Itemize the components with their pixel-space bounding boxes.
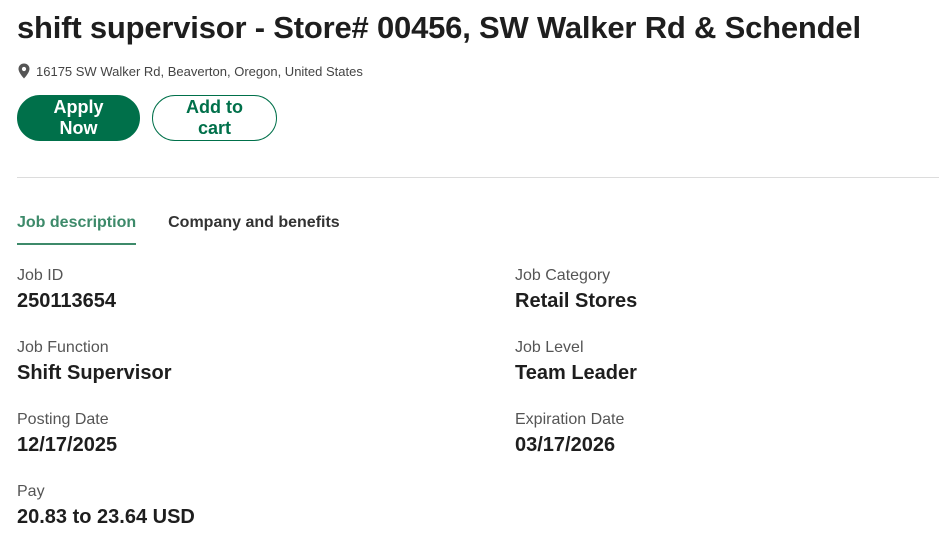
job-function-field: Job Function Shift Supervisor	[17, 338, 437, 387]
field-label: Pay	[17, 483, 45, 500]
expiration-date-field: Expiration Date 03/17/2026	[515, 410, 935, 459]
field-value: 20.83 to 23.64 USD	[17, 506, 195, 528]
field-value: 12/17/2025	[17, 434, 118, 456]
job-location: 16175 SW Walker Rd, Beaverton, Oregon, U…	[17, 63, 363, 79]
field-value: Shift Supervisor	[17, 362, 172, 384]
action-buttons: Apply Now Add to cart	[17, 95, 277, 141]
job-posting-page: shift supervisor - Store# 00456, SW Walk…	[17, 0, 939, 539]
tab-company-and-benefits[interactable]: Company and benefits	[168, 214, 340, 245]
field-label: Job Level	[515, 339, 584, 356]
field-label: Job Function	[17, 339, 109, 356]
field-label: Expiration Date	[515, 411, 625, 428]
job-id-field: Job ID 250113654	[17, 266, 437, 315]
tab-job-description[interactable]: Job description	[17, 214, 137, 245]
field-label: Job Category	[515, 267, 611, 284]
tab-bar: Job description Company and benefits	[17, 214, 340, 245]
page-title: shift supervisor - Store# 00456, SW Walk…	[17, 10, 861, 45]
add-to-cart-button[interactable]: Add to cart	[152, 95, 277, 141]
apply-now-button[interactable]: Apply Now	[17, 95, 140, 141]
posting-date-field: Posting Date 12/17/2025	[17, 410, 437, 459]
job-level-field: Job Level Team Leader	[515, 338, 935, 387]
field-label: Job ID	[17, 267, 64, 284]
field-value: 03/17/2026	[515, 434, 616, 456]
job-category-field: Job Category Retail Stores	[515, 266, 935, 315]
map-pin-icon	[17, 63, 31, 79]
divider	[17, 177, 939, 178]
field-value: 250113654	[17, 290, 117, 312]
pay-field: Pay 20.83 to 23.64 USD	[17, 482, 437, 531]
location-text: 16175 SW Walker Rd, Beaverton, Oregon, U…	[36, 63, 363, 79]
field-label: Posting Date	[17, 411, 109, 428]
field-value: Retail Stores	[515, 290, 638, 312]
field-value: Team Leader	[515, 362, 637, 384]
